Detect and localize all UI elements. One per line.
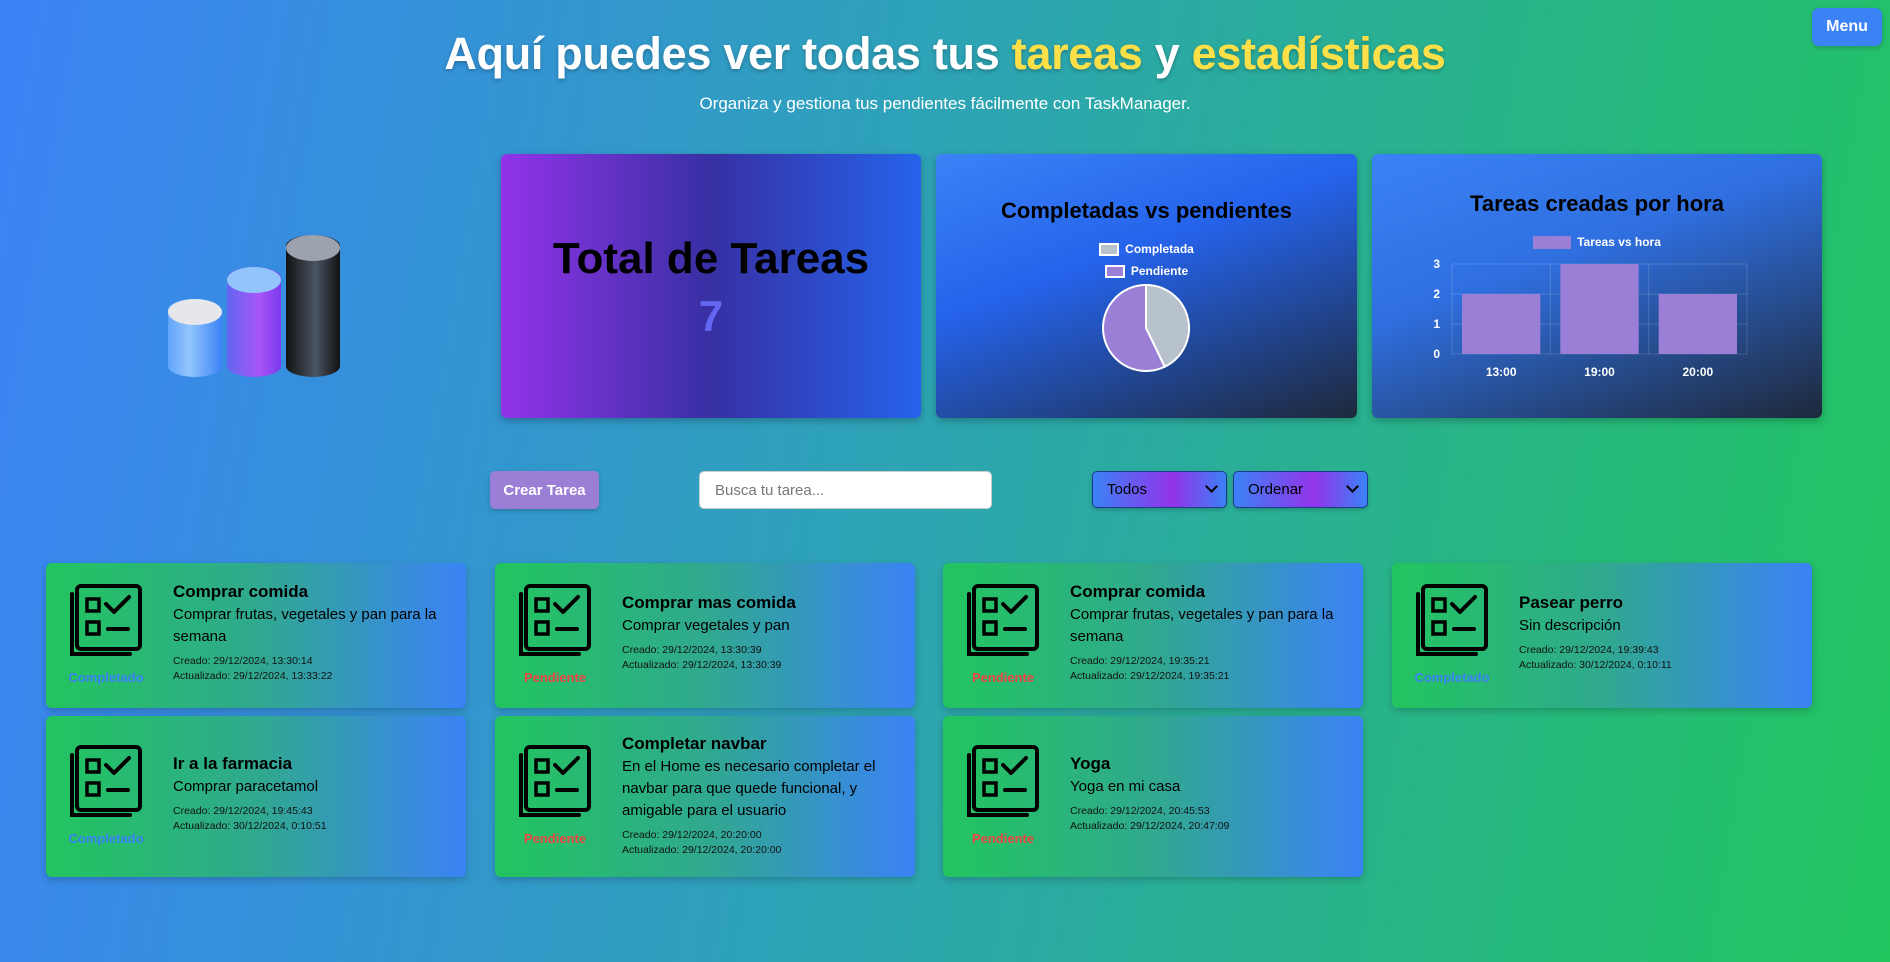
task-updated: Actualizado: 30/12/2024, 0:10:11 bbox=[1519, 659, 1672, 671]
task-card[interactable]: Completado Comprar comida Comprar frutas, … bbox=[46, 563, 466, 708]
bar-chart-card: Tareas creadas por hora Tareas vs hora 0… bbox=[1372, 154, 1822, 418]
bar-chart: 0 1 2 3 13:00 19:00 20:00 bbox=[1433, 257, 1748, 379]
task-updated: Actualizado: 29/12/2024, 13:33:22 bbox=[173, 670, 333, 682]
chevron-down-icon bbox=[1205, 480, 1218, 493]
task-description: Comprar frutas, vegetales y pan para la … bbox=[173, 606, 437, 645]
y-tick-label: 1 bbox=[1433, 317, 1440, 331]
task-dates: Creado: 29/12/2024, 20:45:53 Actualizado:… bbox=[1070, 804, 1349, 834]
task-card[interactable]: Pendiente Yoga Yoga en mi casa Creado: 29/1… bbox=[943, 716, 1363, 877]
task-status: Pendiente bbox=[523, 831, 587, 846]
task-body: Yoga Yoga en mi casa Creado: 29/12/2024, 2… bbox=[1070, 754, 1349, 834]
x-tick-label: 19:00 bbox=[1584, 365, 1615, 379]
task-card[interactable]: Completado Pasear perro Sin descripción Cre… bbox=[1392, 563, 1812, 708]
task-description: Comprar frutas, vegetales y pan para la … bbox=[1070, 606, 1334, 645]
pie-chart-card: Completadas vs pendientes Completada Pen… bbox=[936, 154, 1357, 418]
pie-chart bbox=[1102, 283, 1190, 372]
task-body: Comprar comida Comprar frutas, vegetales … bbox=[173, 582, 452, 684]
task-title: Completar navbar bbox=[622, 734, 767, 753]
task-card[interactable]: Completado Ir a la farmacia Comprar parace… bbox=[46, 716, 466, 877]
task-created: Creado: 29/12/2024, 13:30:14 bbox=[173, 655, 313, 667]
task-updated: Actualizado: 29/12/2024, 20:20:00 bbox=[622, 844, 782, 856]
task-body: Completar navbar En el Home es necesario … bbox=[622, 734, 901, 858]
task-status: Completado bbox=[1414, 670, 1490, 685]
checklist-icon bbox=[965, 582, 1041, 658]
task-status: Completado bbox=[68, 670, 144, 685]
task-body: Comprar mas comida Comprar vegetales y pa… bbox=[622, 593, 901, 673]
task-body: Pasear perro Sin descripción Creado: 29/12… bbox=[1519, 593, 1798, 673]
search-input[interactable]: Busca tu tarea... bbox=[699, 471, 992, 509]
hero: Aquí puedes ver todas tus tareas y estad… bbox=[0, 28, 1890, 114]
bar-20:00[interactable] bbox=[1658, 294, 1737, 354]
task-card[interactable]: Pendiente Completar navbar En el Home es n… bbox=[495, 716, 915, 877]
filter-select[interactable]: Todos bbox=[1092, 471, 1227, 508]
create-task-button[interactable]: Crear Tarea bbox=[490, 471, 599, 509]
cylinders-illustration bbox=[168, 232, 348, 377]
y-tick-label: 2 bbox=[1433, 287, 1440, 301]
task-created: Creado: 29/12/2024, 20:45:53 bbox=[1070, 805, 1210, 817]
cylinder-small bbox=[168, 299, 222, 377]
task-description: Yoga en mi casa bbox=[1070, 778, 1181, 795]
task-title: Pasear perro bbox=[1519, 593, 1623, 612]
x-tick-label: 13:00 bbox=[1486, 365, 1517, 379]
chevron-down-icon bbox=[1346, 480, 1359, 493]
task-dates: Creado: 29/12/2024, 20:20:00 Actualizado:… bbox=[622, 828, 901, 858]
task-body: Ir a la farmacia Comprar paracetamol Cread… bbox=[173, 754, 452, 834]
task-description: En el Home es necesario completar el nav… bbox=[622, 758, 876, 819]
task-status: Pendiente bbox=[523, 670, 587, 685]
task-created: Creado: 29/12/2024, 19:45:43 bbox=[173, 805, 313, 817]
task-title: Comprar comida bbox=[1070, 582, 1206, 601]
task-updated: Actualizado: 30/12/2024, 0:10:51 bbox=[173, 820, 327, 832]
task-dates: Creado: 29/12/2024, 13:30:14 Actualizado:… bbox=[173, 654, 452, 684]
task-created: Creado: 29/12/2024, 19:35:21 bbox=[1070, 655, 1210, 667]
task-created: Creado: 29/12/2024, 20:20:00 bbox=[622, 829, 762, 841]
checklist-icon bbox=[1414, 582, 1490, 658]
task-title: Ir a la farmacia bbox=[173, 754, 293, 773]
task-body: Comprar comida Comprar frutas, vegetales … bbox=[1070, 582, 1349, 684]
y-tick-label: 3 bbox=[1433, 257, 1440, 271]
task-dates: Creado: 29/12/2024, 19:39:43 Actualizado:… bbox=[1519, 643, 1798, 673]
task-dates: Creado: 29/12/2024, 19:45:43 Actualizado:… bbox=[173, 804, 452, 834]
task-status: Pendiente bbox=[971, 831, 1035, 846]
filter-select-value: Todos bbox=[1107, 481, 1148, 498]
cylinder-medium bbox=[227, 267, 281, 377]
cylinder-large bbox=[286, 235, 340, 377]
task-card[interactable]: Pendiente Comprar comida Comprar frutas, v… bbox=[943, 563, 1363, 708]
task-title: Comprar mas comida bbox=[622, 593, 796, 612]
checklist-icon bbox=[517, 582, 593, 658]
page-subtitle: Organiza y gestiona tus pendientes fácil… bbox=[699, 94, 1191, 113]
checklist-icon bbox=[68, 743, 144, 819]
task-card[interactable]: Pendiente Comprar mas comida Comprar veget… bbox=[495, 563, 915, 708]
task-description: Sin descripción bbox=[1519, 617, 1621, 634]
sort-select[interactable]: Ordenar bbox=[1233, 471, 1368, 508]
task-created: Creado: 29/12/2024, 13:30:39 bbox=[622, 644, 762, 656]
checklist-icon bbox=[965, 743, 1041, 819]
controls-bar: Crear Tarea Busca tu tarea... Todos Orde… bbox=[0, 471, 1890, 511]
bar-19:00[interactable] bbox=[1560, 264, 1639, 354]
task-updated: Actualizado: 29/12/2024, 13:30:39 bbox=[622, 659, 782, 671]
y-tick-label: 0 bbox=[1433, 347, 1440, 361]
bar-13:00[interactable] bbox=[1462, 294, 1541, 354]
task-description: Comprar vegetales y pan bbox=[622, 617, 790, 634]
total-tasks-card: Total de Tareas 7 bbox=[501, 154, 921, 418]
task-updated: Actualizado: 29/12/2024, 19:35:21 bbox=[1070, 670, 1230, 682]
task-created: Creado: 29/12/2024, 19:39:43 bbox=[1519, 644, 1659, 656]
checklist-icon bbox=[517, 743, 593, 819]
x-tick-label: 20:00 bbox=[1682, 365, 1713, 379]
task-title: Comprar comida bbox=[173, 582, 309, 601]
task-description: Comprar paracetamol bbox=[173, 778, 319, 795]
task-status: Completado bbox=[68, 831, 144, 846]
total-tasks-value: 7 bbox=[698, 292, 724, 341]
task-dates: Creado: 29/12/2024, 13:30:39 Actualizado:… bbox=[622, 643, 901, 673]
task-updated: Actualizado: 29/12/2024, 20:47:09 bbox=[1070, 820, 1230, 832]
checklist-icon bbox=[68, 582, 144, 658]
task-status: Pendiente bbox=[971, 670, 1035, 685]
sort-select-value: Ordenar bbox=[1248, 481, 1304, 498]
page-title: Aquí puedes ver todas tus tareas y estad… bbox=[444, 28, 1446, 79]
total-tasks-label: Total de Tareas bbox=[552, 234, 870, 283]
task-dates: Creado: 29/12/2024, 19:35:21 Actualizado:… bbox=[1070, 654, 1349, 684]
task-title: Yoga bbox=[1070, 754, 1111, 773]
